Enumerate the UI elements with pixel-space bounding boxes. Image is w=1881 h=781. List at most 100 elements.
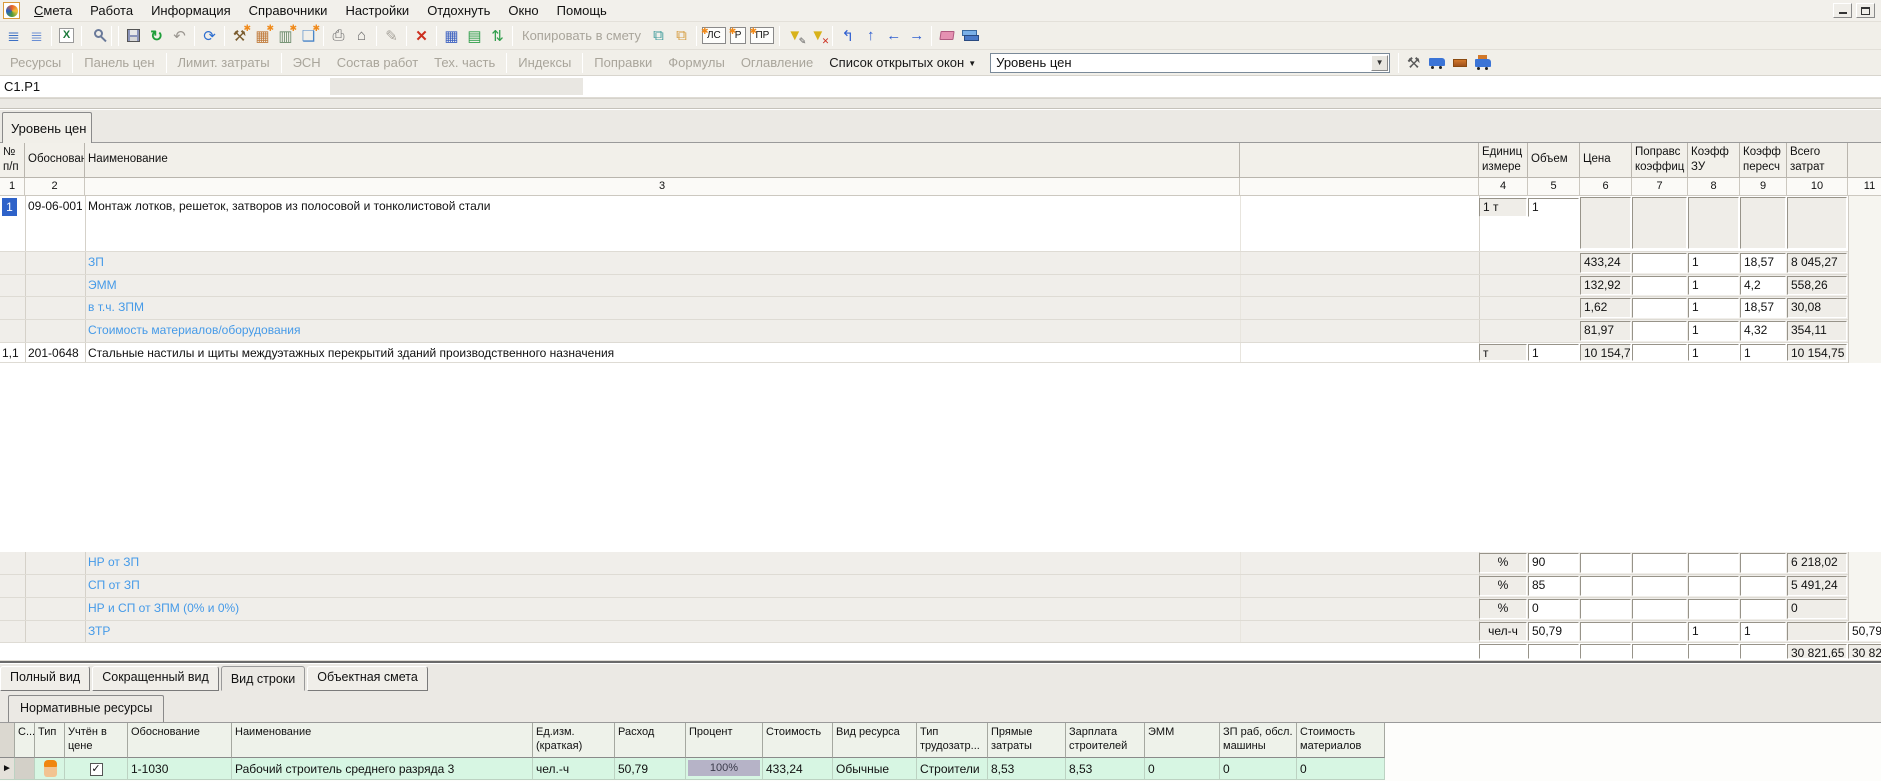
cell-price[interactable] [1580, 599, 1631, 619]
filter-edit-icon[interactable]: ▼✎ [783, 25, 806, 47]
open-windows-button[interactable]: Список открытых окон▼ [821, 52, 984, 73]
move-up-icon[interactable]: ↑ [859, 25, 882, 47]
cell-total[interactable]: 30,08 [1787, 298, 1847, 318]
menu-nastroyki[interactable]: Настройки [336, 0, 418, 21]
estimate-row-item[interactable]: 109-06-001-2Монтаж лотков, решеток, затв… [0, 196, 1881, 252]
excel-export-icon[interactable]: X [55, 25, 78, 47]
update-prices-icon[interactable]: ⟳ [198, 25, 221, 47]
cell-price[interactable]: 132,92 [1580, 276, 1631, 295]
price-level-combobox[interactable]: Уровень цен▼ [990, 53, 1390, 73]
cell-unit[interactable] [1479, 644, 1527, 659]
cell-c7[interactable] [1632, 298, 1687, 318]
cell-total[interactable] [1787, 622, 1847, 641]
cell-c8[interactable] [1688, 599, 1739, 619]
edit-icon[interactable]: ✎ [380, 25, 403, 47]
cell-machine-salary[interactable]: 0 [1220, 758, 1297, 780]
cell-total[interactable]: 5 491,24 [1787, 576, 1847, 596]
equipment-icon[interactable]: ▥ [274, 25, 297, 47]
estimate-subrow[interactable]: Стоимость материалов/оборудования 81,97 14… [0, 320, 1881, 343]
app-icon[interactable] [3, 2, 20, 19]
truck-icon[interactable] [1425, 52, 1448, 74]
cell-c8[interactable]: 1 [1688, 253, 1739, 273]
menu-otdokhnut[interactable]: Отдохнуть [418, 0, 499, 21]
cell-c8[interactable]: 1 [1688, 344, 1739, 361]
cell-c11[interactable] [1848, 196, 1881, 252]
cell-c8[interactable]: 1 [1688, 298, 1739, 318]
cell-price[interactable]: 10 154,7 [1580, 344, 1631, 361]
cell-c8[interactable]: 1 [1688, 276, 1739, 295]
cell-price[interactable] [1580, 576, 1631, 596]
subrow-label[interactable]: в т.ч. ЗПМ [88, 300, 1233, 314]
cell-c9[interactable] [1740, 599, 1786, 619]
cell-c9[interactable] [1740, 197, 1786, 249]
cell-unit[interactable]: т [1479, 344, 1527, 361]
bricks-icon[interactable] [1448, 52, 1471, 74]
collapse-tree-icon[interactable]: ≣ [25, 25, 48, 47]
move-right-icon[interactable]: → [905, 25, 928, 47]
cell-c8[interactable] [1688, 644, 1739, 659]
cell-unit[interactable]: % [1479, 553, 1527, 573]
books-blue-icon[interactable] [958, 25, 981, 47]
cell-resource-kind[interactable]: Обычные [833, 758, 917, 780]
cell-total[interactable]: 6 218,02 [1787, 553, 1847, 573]
subrow-label[interactable]: ЗТР [88, 624, 1233, 638]
cell-justification[interactable]: 1-1030 [128, 758, 232, 780]
cell-price[interactable]: 1,62 [1580, 298, 1631, 318]
cell-vol[interactable]: 50,79 [1528, 622, 1579, 641]
cell-price[interactable]: 81,97 [1580, 321, 1631, 341]
subrow-label[interactable]: ЗП [88, 255, 1233, 269]
cell-vol[interactable] [1528, 644, 1579, 659]
save-icon[interactable] [122, 25, 145, 47]
cell-c9[interactable]: 18,57 [1740, 253, 1786, 273]
cell-c7[interactable] [1632, 197, 1687, 249]
cell-labor-type[interactable]: Строители [917, 758, 988, 780]
cell-c11[interactable]: 50,79 [1848, 622, 1881, 641]
copy-icon[interactable]: ⧉ [647, 25, 670, 47]
cell-c9[interactable] [1740, 553, 1786, 573]
cell-c9[interactable]: 4,32 [1740, 321, 1786, 341]
cell-c8[interactable]: 1 [1688, 321, 1739, 341]
cell-c7[interactable] [1632, 599, 1687, 619]
works-icon[interactable]: ⚒ [228, 25, 251, 47]
cell-unit[interactable]: % [1479, 599, 1527, 619]
cell-unit[interactable]: чел.-ч [533, 758, 615, 780]
cell-c9[interactable]: 1 [1740, 622, 1786, 641]
tab-normative-resources[interactable]: Нормативные ресурсы [8, 695, 164, 722]
row-selector[interactable]: ► [0, 758, 15, 780]
cell-code[interactable]: 201-0648 [28, 346, 82, 360]
cell-price[interactable] [1580, 197, 1631, 249]
cell-emm[interactable]: 0 [1145, 758, 1220, 780]
cell-c9[interactable] [1740, 576, 1786, 596]
cell-c7[interactable] [1632, 622, 1687, 641]
minimize-button[interactable] [1833, 3, 1852, 18]
delete-icon[interactable]: ✕ [410, 25, 433, 47]
cell-c8[interactable] [1688, 576, 1739, 596]
expand-tree-icon[interactable]: ≣ [2, 25, 25, 47]
tab-row-view[interactable]: Вид строки [221, 666, 305, 691]
move-left-icon[interactable]: ← [882, 25, 905, 47]
cell-builders-salary[interactable]: 8,53 [1066, 758, 1145, 780]
cell-vol[interactable]: 1 [1528, 198, 1579, 217]
cell-cost[interactable]: 433,24 [763, 758, 833, 780]
menu-smeta[interactable]: Смета [25, 0, 81, 21]
cell-price[interactable] [1580, 553, 1631, 573]
estimate-row-item[interactable]: 1,1201-0648Стальные настилы и щиты между… [0, 343, 1881, 363]
subrow-label[interactable]: СП от ЗП [88, 578, 1233, 592]
filter-clear-icon[interactable]: ▼✕ [806, 25, 829, 47]
cell-c11[interactable] [1848, 575, 1881, 598]
cell-vol[interactable]: 90 [1528, 553, 1579, 573]
calculator-icon[interactable]: ▦ [440, 25, 463, 47]
cell-num[interactable]: 1,1 [2, 346, 23, 360]
cell-c7[interactable] [1632, 321, 1687, 341]
estimate-subrow[interactable]: НР и СП от ЗПМ (0% и 0%)%00 [0, 598, 1881, 621]
cell-c8[interactable] [1688, 553, 1739, 573]
included-checkbox[interactable]: ✓ [90, 763, 103, 776]
subrow-label[interactable]: Стоимость материалов/оборудования [88, 323, 1233, 337]
cell-name[interactable]: Рабочий строитель среднего разряда 3 [232, 758, 533, 780]
pr-button[interactable]: ПР [750, 27, 774, 44]
estimate-subrow[interactable]: в т.ч. ЗПМ1,62118,5730,08 [0, 297, 1881, 320]
cell-unit[interactable]: 1 т [1479, 198, 1527, 217]
estimate-subrow[interactable]: СП от ЗП%855 491,24 [0, 575, 1881, 598]
cell-unit[interactable]: чел-ч [1479, 622, 1527, 641]
cell-c11[interactable] [1848, 320, 1881, 343]
